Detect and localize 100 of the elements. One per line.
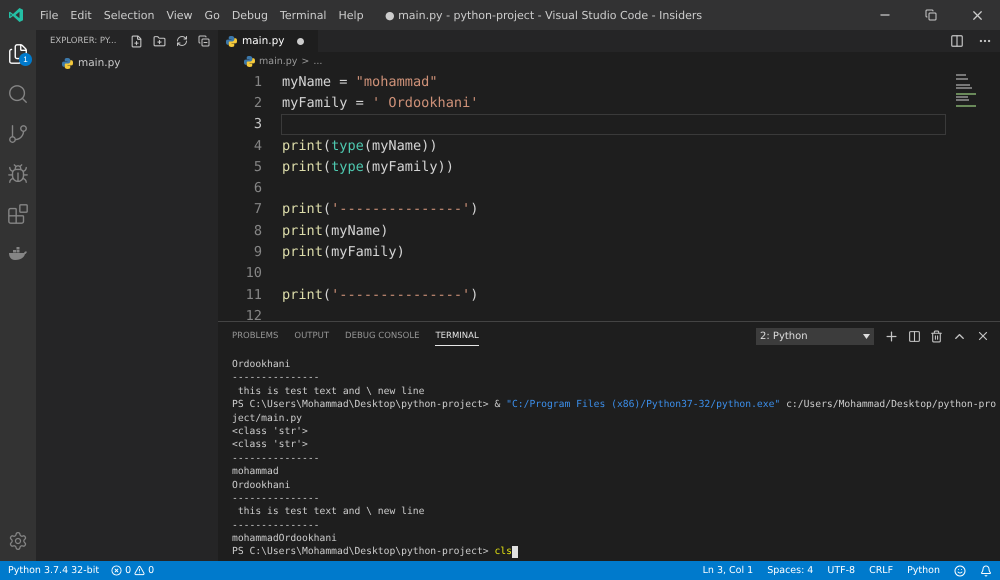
terminal-line: PS C:\Users\Mohammad\Desktop\python-project> & "C:/Program Files (x86)/Python37-32/python.exe" c:/Users/Mohammad/Desktop/python-pro (232, 398, 996, 412)
trash-button[interactable] (930, 328, 943, 344)
line-number: 4 (252, 138, 262, 154)
split-icon (950, 34, 964, 48)
terminal-line: --------------- (232, 518, 320, 532)
line-number: 5 (252, 158, 262, 175)
split-icon (908, 330, 921, 342)
terminal-line: mohammad (232, 465, 279, 479)
collapse-button[interactable] (198, 35, 210, 47)
new-folder-button[interactable] (153, 34, 166, 48)
line-number: 11 (244, 286, 262, 303)
code-line: print(myFamily) (281, 243, 406, 262)
panel-tab[interactable]: OUTPUT (294, 326, 330, 346)
feedback-button[interactable] (954, 564, 966, 576)
caret-icon (863, 334, 870, 338)
status-item[interactable]: Ln 3, Col 1 (702, 565, 754, 576)
interpreter-status[interactable]: Python 3.7.4 32-bit (8, 565, 100, 576)
collapse-icon (198, 35, 210, 47)
code-line: print(type(myFamily)) (281, 158, 455, 177)
terminal-line: <class 'str'> (232, 438, 308, 452)
plus-icon (884, 328, 899, 344)
notifications-button[interactable] (980, 564, 992, 576)
editor-tab[interactable]: main.py (218, 30, 318, 52)
panel-tab[interactable]: TERMINAL (435, 326, 479, 346)
status-item[interactable]: Spaces: 4 (767, 565, 814, 576)
terminal-line: mohammadOrdookhani (232, 532, 337, 546)
terminal-line: this is test text and \ new line (236, 505, 424, 519)
terminal-line: ject/main.py (232, 412, 302, 425)
terminal-line: this is test text and \ new line (236, 384, 424, 398)
whale-icon (8, 247, 28, 261)
terminal-line: --------------- (232, 371, 320, 385)
breadcrumb-separator: > (301, 56, 310, 66)
status-item[interactable]: Python (907, 565, 940, 576)
new-file-button[interactable] (130, 34, 144, 48)
files-icon (7, 43, 29, 65)
new-file-icon (130, 34, 144, 48)
warning-icon (134, 565, 146, 576)
new-folder-icon (153, 34, 166, 48)
line-number: 8 (252, 222, 262, 239)
split-terminal-button[interactable] (908, 328, 921, 344)
line-number: 9 (252, 244, 262, 260)
status-item[interactable]: UTF-8 (827, 565, 856, 576)
code-line: myFamily = ' Ordookhani' (281, 94, 480, 113)
blocks-icon (7, 203, 29, 225)
activity-bar-button[interactable]: 1 (0, 34, 36, 74)
breadcrumb-item[interactable]: ... (313, 56, 322, 66)
search-icon (7, 83, 29, 105)
code-line: print(type(myName)) (281, 136, 439, 156)
error-icon (111, 565, 122, 576)
terminal-line: <class 'str'> (232, 424, 308, 438)
line-number: 6 (252, 180, 262, 196)
terminal-select[interactable]: 2: Python (756, 328, 874, 344)
line-number: 3 (252, 116, 262, 132)
text-cursor (512, 546, 518, 558)
explorer-title: EXPLORER: PY... (50, 36, 116, 46)
python-file-icon (226, 36, 237, 46)
unsaved-dot-icon (297, 38, 304, 44)
menu-item[interactable]: Edit (64, 8, 98, 22)
bell-icon (980, 564, 992, 576)
branch-icon (7, 123, 29, 145)
count-badge: 1 (19, 53, 32, 66)
line-number: 7 (252, 201, 262, 218)
bug-icon (7, 163, 29, 185)
menu-item[interactable]: Selection (98, 8, 160, 22)
terminal-line: --------------- (232, 452, 320, 466)
breadcrumb-item[interactable]: main.py (259, 56, 298, 66)
restore-icon (925, 9, 937, 21)
smiley-icon (954, 564, 966, 576)
error-count[interactable]: 0 (125, 565, 132, 576)
menu-item[interactable]: Go (198, 8, 226, 22)
line-number: 10 (244, 265, 262, 282)
code-line: print('---------------') (281, 200, 480, 220)
menu-item[interactable]: Debug (226, 8, 274, 22)
panel-tab[interactable]: DEBUG CONSOLE (345, 326, 420, 346)
panel-tab[interactable]: PROBLEMS (232, 326, 278, 346)
code-line: print(myName) (281, 222, 390, 241)
menu-item[interactable]: Terminal (274, 8, 332, 22)
explorer-entry[interactable]: main.py (78, 57, 120, 69)
terminal-line: Ordookhani (232, 478, 290, 492)
terminal-line: Ordookhani (232, 358, 290, 372)
status-item[interactable]: CRLF (869, 565, 894, 576)
refresh-icon (176, 35, 188, 47)
warning-count[interactable]: 0 (148, 565, 154, 576)
new-terminal-button[interactable] (884, 328, 899, 344)
gear-icon (8, 531, 28, 551)
menu-item[interactable]: View (160, 8, 199, 22)
python-file-icon (244, 56, 255, 66)
close-icon (976, 329, 990, 343)
menu-item[interactable]: Help (332, 8, 370, 22)
menu-item[interactable]: File (34, 8, 64, 22)
refresh-button[interactable] (176, 35, 188, 47)
terminal-line: PS C:\Users\Mohammad\Desktop\python-project> cls (232, 545, 512, 559)
window-title: ● main.py - python-project - Visual Studio Code - Insiders (385, 8, 702, 22)
code-line: myName = "mohammad" (281, 72, 439, 92)
line-number: 1 (252, 74, 262, 90)
split-editor-button[interactable] (950, 34, 964, 48)
app-logo-icon (8, 7, 24, 23)
terminal-line: --------------- (232, 492, 320, 506)
python-file-icon (62, 58, 73, 68)
trash-icon (930, 330, 943, 342)
